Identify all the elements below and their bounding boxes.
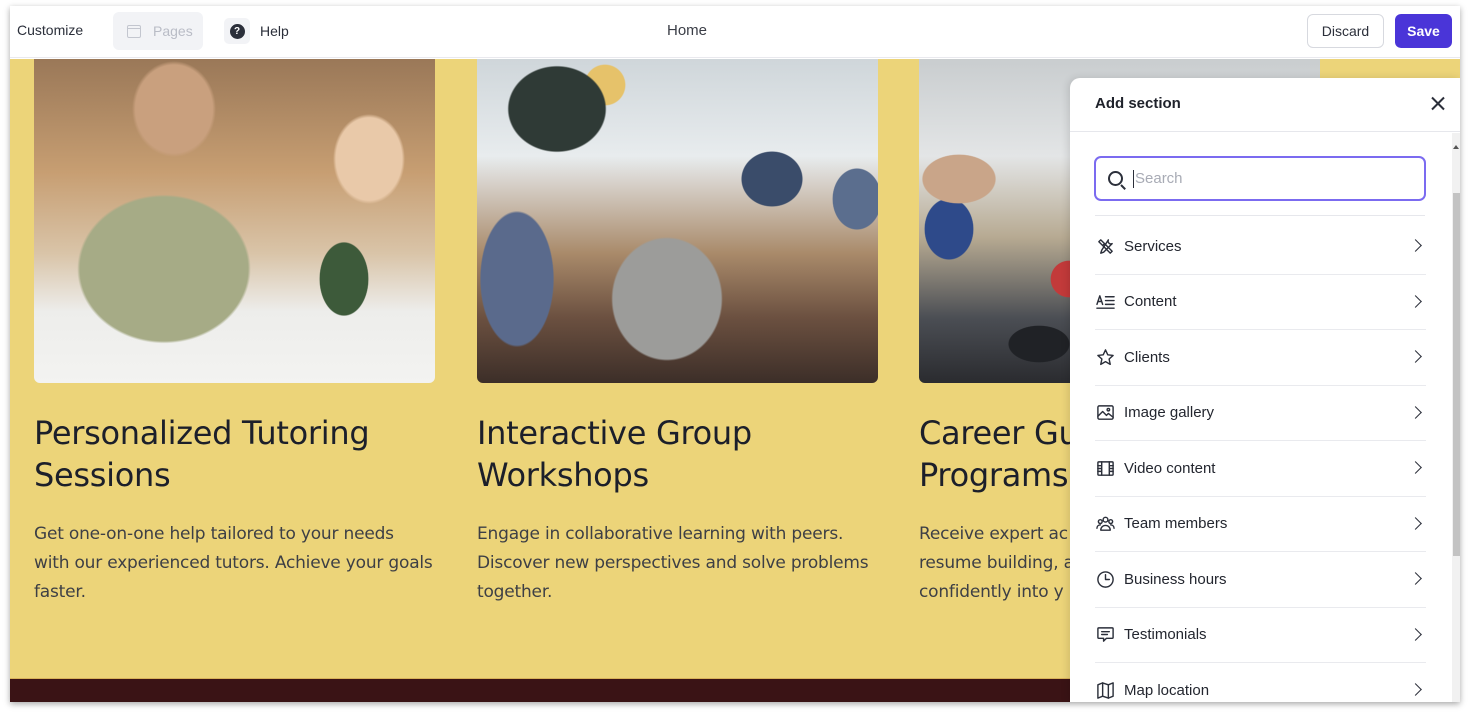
save-button[interactable]: Save	[1395, 14, 1452, 48]
section-item-content[interactable]: Content	[1095, 275, 1426, 330]
scrollbar-thumb[interactable]	[1453, 193, 1460, 556]
section-item-business-hours[interactable]: Business hours	[1095, 552, 1426, 608]
section-item-team-members[interactable]: Team members	[1095, 497, 1426, 552]
chevron-right-icon	[1409, 350, 1422, 363]
search-input[interactable]	[1133, 169, 1403, 188]
chevron-right-icon	[1409, 239, 1422, 252]
chevron-right-icon	[1409, 294, 1422, 308]
text-content-icon	[1095, 292, 1115, 312]
item-label: Map location	[1124, 682, 1210, 700]
page-title: Home	[666, 22, 707, 39]
card-title: Interactive Group Workshops	[477, 412, 897, 496]
students-group-tablets-photo	[477, 59, 878, 383]
chevron-right-icon	[1409, 572, 1422, 585]
panel-scrollbar[interactable]	[1452, 133, 1460, 702]
editor-window: Customize Pages ? Help Home Discard Save…	[10, 6, 1460, 702]
item-label: Video content	[1124, 459, 1216, 477]
chevron-right-icon	[1409, 405, 1422, 419]
item-label: Team members	[1124, 515, 1228, 533]
section-item-map-location[interactable]: Map location	[1095, 663, 1426, 702]
close-icon[interactable]	[1427, 93, 1449, 115]
editor-toolbar: Customize Pages ? Help Home Discard Save	[10, 6, 1460, 58]
chevron-right-icon	[1409, 627, 1422, 641]
map-icon	[1095, 681, 1115, 701]
clock-icon	[1095, 569, 1115, 589]
team-icon	[1095, 514, 1115, 534]
section-item-image-gallery[interactable]: Image gallery	[1095, 386, 1426, 441]
add-section-panel: Add section Services Content	[1070, 78, 1460, 702]
star-icon	[1095, 347, 1115, 367]
search-icon	[1108, 171, 1123, 186]
film-icon	[1095, 458, 1115, 478]
chevron-right-icon	[1409, 683, 1422, 696]
item-label: Clients	[1124, 348, 1170, 366]
tutor-and-child-reading-photo	[34, 59, 435, 383]
card-title: Personalized Tutoring Sessions	[34, 414, 370, 494]
item-label: Testimonials	[1124, 626, 1207, 644]
panel-header: Add section	[1070, 78, 1460, 132]
item-label: Content	[1124, 293, 1177, 311]
item-label: Services	[1124, 237, 1182, 255]
section-search-field[interactable]	[1094, 156, 1426, 201]
section-item-testimonials[interactable]: Testimonials	[1095, 608, 1426, 663]
chevron-right-icon	[1409, 461, 1422, 474]
item-label: Image gallery	[1124, 404, 1215, 422]
scroll-up-arrow-icon[interactable]	[1453, 145, 1459, 149]
panel-title: Add section	[1095, 95, 1181, 112]
tools-icon	[1095, 236, 1115, 256]
section-type-list: Services Content Clients Image gallery V…	[1095, 219, 1426, 702]
card-description: Get one-on-one help tailored to your nee…	[34, 524, 433, 602]
chevron-right-icon	[1409, 516, 1422, 530]
section-item-clients[interactable]: Clients	[1095, 330, 1426, 386]
card-description: Engage in collaborative learning with pe…	[477, 524, 869, 602]
image-icon	[1095, 403, 1115, 423]
section-item-video-content[interactable]: Video content	[1095, 441, 1426, 497]
discard-button[interactable]: Discard	[1307, 14, 1384, 48]
card-title-text: Interactive Group Workshops	[477, 414, 752, 494]
section-item-services[interactable]: Services	[1095, 219, 1426, 275]
item-label: Business hours	[1124, 570, 1227, 588]
divider	[1095, 215, 1425, 216]
chat-bubble-icon	[1095, 625, 1115, 645]
